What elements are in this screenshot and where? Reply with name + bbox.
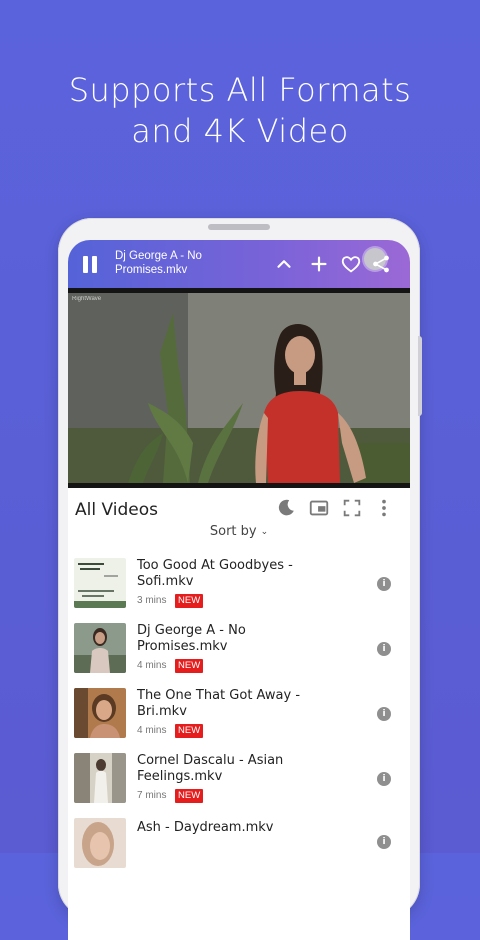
list-item[interactable]: Ash - Daydream.mkv i xyxy=(68,818,410,878)
new-badge: NEW xyxy=(175,659,204,673)
video-title: Ash - Daydream.mkv xyxy=(137,820,274,835)
video-thumbnail xyxy=(74,753,126,803)
video-title: The One That Got Away - Bri.mkv xyxy=(137,688,301,719)
sort-by-label: Sort by xyxy=(209,524,257,539)
now-playing-title: Dj George A - No Promises.mkv xyxy=(115,250,202,276)
video-title: Cornel Dascalu - Asian Feelings.mkv xyxy=(137,753,284,784)
chevron-down-icon: ⌄ xyxy=(260,527,269,537)
video-frame: RightWave xyxy=(68,293,410,483)
plus-icon[interactable] xyxy=(308,253,330,275)
share-icon[interactable] xyxy=(370,253,392,275)
moon-icon[interactable] xyxy=(275,497,297,519)
video-duration: 3 mins xyxy=(137,595,167,606)
phone-side-button xyxy=(418,336,422,416)
fullscreen-icon[interactable] xyxy=(341,497,363,519)
info-icon[interactable]: i xyxy=(377,642,391,656)
video-thumbnail xyxy=(74,558,126,608)
new-badge: NEW xyxy=(175,789,204,803)
list-item[interactable]: Too Good At Goodbyes - Sofi.mkv 3 mins N… xyxy=(68,558,410,618)
chevron-up-icon[interactable] xyxy=(273,253,295,275)
video-player[interactable]: RightWave xyxy=(68,288,410,488)
app-screen: Dj George A - No Promises.mkv RightWave … xyxy=(68,240,410,940)
heart-icon[interactable] xyxy=(340,253,362,275)
video-scene xyxy=(68,293,410,483)
video-thumbnail xyxy=(74,623,126,673)
new-badge: NEW xyxy=(175,594,204,608)
video-duration: 7 mins xyxy=(137,790,167,801)
video-duration: 4 mins xyxy=(137,725,167,736)
player-bar: Dj George A - No Promises.mkv xyxy=(68,240,410,288)
info-icon[interactable]: i xyxy=(377,707,391,721)
list-item[interactable]: Dj George A - No Promises.mkv 4 mins NEW… xyxy=(68,623,410,683)
info-icon[interactable]: i xyxy=(377,772,391,786)
info-icon[interactable]: i xyxy=(377,835,391,849)
phone-speaker xyxy=(208,224,270,230)
video-watermark: RightWave xyxy=(72,296,102,302)
phone-frame: Dj George A - No Promises.mkv RightWave … xyxy=(58,218,422,940)
headline-line-2: and 4K Video xyxy=(131,112,349,150)
picture-in-picture-icon[interactable] xyxy=(308,497,330,519)
info-icon[interactable]: i xyxy=(377,577,391,591)
list-item[interactable]: Cornel Dascalu - Asian Feelings.mkv 7 mi… xyxy=(68,753,410,813)
video-thumbnail xyxy=(74,688,126,738)
list-item[interactable]: The One That Got Away - Bri.mkv 4 mins N… xyxy=(68,688,410,748)
video-title: Too Good At Goodbyes - Sofi.mkv xyxy=(137,558,293,589)
headline: Supports All Formats and 4K Video xyxy=(0,70,480,152)
pause-icon[interactable] xyxy=(82,256,98,273)
video-title: Dj George A - No Promises.mkv xyxy=(137,623,246,654)
sort-by-button[interactable]: Sort by ⌄ xyxy=(68,524,410,539)
new-badge: NEW xyxy=(175,724,204,738)
more-vertical-icon[interactable] xyxy=(373,497,395,519)
section-title: All Videos xyxy=(75,500,158,520)
video-duration: 4 mins xyxy=(137,660,167,671)
video-thumbnail xyxy=(74,818,126,868)
headline-line-1: Supports All Formats xyxy=(68,71,412,109)
